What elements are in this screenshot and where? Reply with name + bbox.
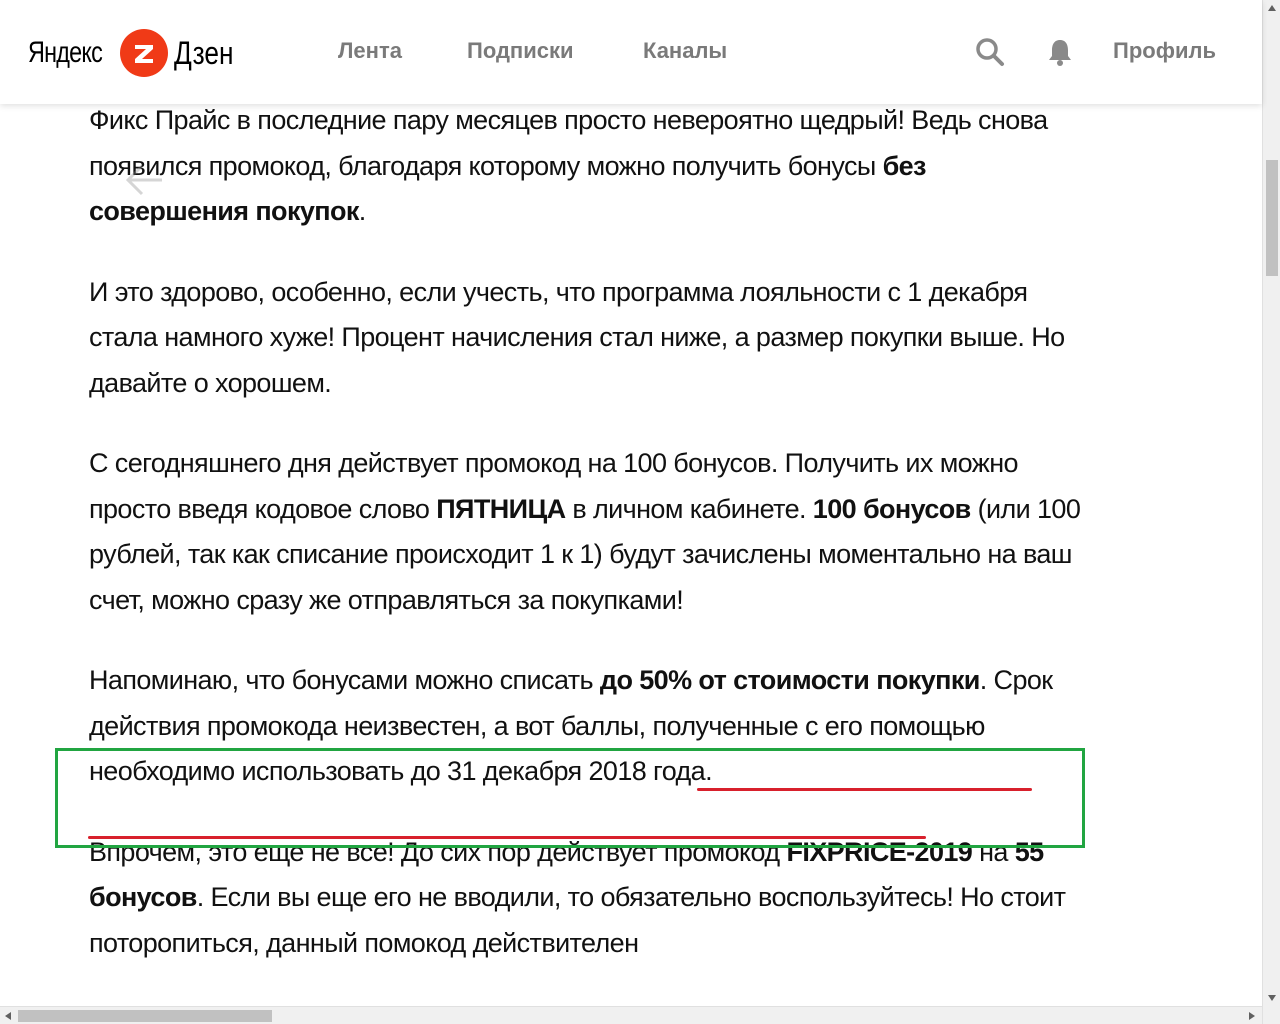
vertical-scroll-thumb[interactable] [1266, 160, 1278, 276]
search-icon[interactable] [974, 36, 1006, 68]
horizontal-scrollbar[interactable] [0, 1006, 1262, 1024]
red-underline-1 [697, 788, 1032, 791]
nav-subscriptions[interactable]: Подписки [467, 38, 574, 64]
back-arrow-icon[interactable] [122, 160, 166, 200]
p3-bold-code: ПЯТНИЦА [436, 493, 566, 524]
nav-channels[interactable]: Каналы [643, 38, 727, 64]
paragraph-1: Фикс Прайс в последние пару месяцев прос… [89, 98, 1089, 235]
scroll-left-arrow-icon[interactable] [4, 1011, 12, 1021]
nav-feed[interactable]: Лента [338, 38, 402, 64]
p3-bold-bonuses: 100 бонусов [812, 493, 971, 524]
top-header: Яндекс Дзен Лента Подписки Каналы Профил… [0, 0, 1262, 104]
paragraph-4: Напоминаю, что бонусами можно списать до… [89, 658, 1089, 795]
scroll-up-arrow-icon[interactable] [1267, 4, 1277, 12]
bell-icon[interactable] [1044, 36, 1076, 68]
p5-bold-code: FIXPRICE-2019 [786, 836, 973, 867]
scroll-down-arrow-icon[interactable] [1267, 994, 1277, 1002]
vertical-scrollbar[interactable] [1262, 0, 1280, 1024]
p4-bold: до 50% от стоимости покупки [599, 665, 980, 695]
zen-logo-icon [120, 29, 168, 77]
paragraph-2: И это здорово, особенно, если учесть, чт… [89, 270, 1089, 407]
p3-text-b: в личном кабинете. [565, 493, 813, 524]
profile-link[interactable]: Профиль [1113, 38, 1216, 64]
article-body: Фикс Прайс в последние пару месяцев прос… [89, 98, 1089, 1001]
p2-text: И это здорово, особенно, если учесть, чт… [89, 276, 1065, 398]
p5-text-b: на [972, 836, 1015, 867]
scroll-right-arrow-icon[interactable] [1248, 1011, 1256, 1021]
paragraph-3: С сегодняшнего дня действует промокод на… [89, 441, 1089, 623]
red-underline-2 [88, 836, 926, 839]
yandex-zen-logo[interactable]: Яндекс Дзен [28, 28, 247, 78]
paragraph-5: Впрочем, это еще не все! До сих пор дейс… [89, 830, 1089, 967]
logo-zen-text: Дзен [174, 34, 234, 71]
p4-text-a: Напоминаю, что бонусами можно списать [89, 665, 600, 695]
p1-end: . [358, 196, 366, 226]
p5-text-c: . Если вы еще его не вводили, то обязате… [89, 882, 1066, 958]
p5-text-a: Впрочем, это еще не все! До сих пор дейс… [89, 836, 787, 867]
horizontal-scroll-thumb[interactable] [18, 1010, 272, 1022]
logo-yandex-text: Яндекс [28, 36, 103, 69]
